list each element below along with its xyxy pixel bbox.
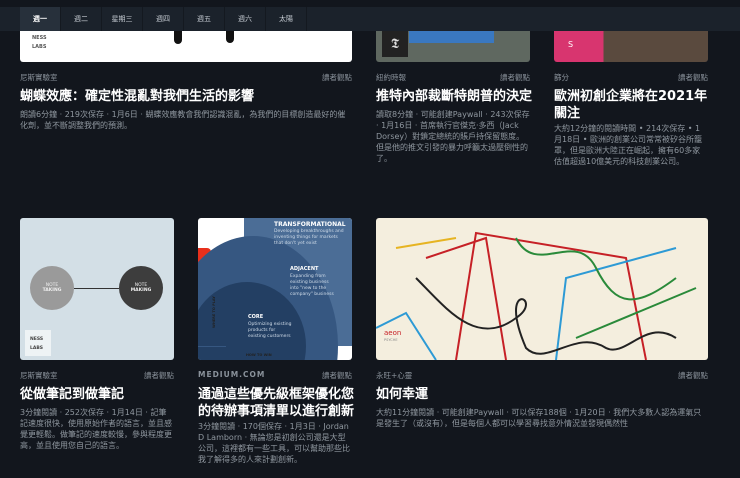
article-source: 篩分	[554, 73, 569, 82]
article-description: 讀取8分鐘 · 可能創建Paywall · 243次保存 · 1月16日 · 首…	[376, 110, 530, 163]
article-image-innovation-framework[interactable]: TRANSFORMATIONAL Developing breakthrough…	[198, 218, 352, 360]
article-source: 尼斯實驗室	[20, 73, 58, 82]
tab-saturday[interactable]: 週六	[225, 7, 266, 31]
article-title[interactable]: 從做筆記到做筆記	[20, 386, 176, 403]
logo-text: LABS	[30, 346, 44, 351]
article-badge: 讀者觀點	[678, 73, 708, 82]
transformational-text: Developing breakthroughs and inventing t…	[274, 229, 344, 246]
article-description: 3分鐘閱讀 · 170個保存 · 1月3日 · Jordan D Lamborn…	[198, 422, 350, 464]
tab-sunday[interactable]: 太陽	[266, 7, 307, 31]
article-source: MEDIUM.COM	[198, 370, 266, 379]
adjacent-label: ADJACENT	[290, 266, 319, 272]
day-tabs: 週一 週二 星期三 週四 週五 週六 太陽	[0, 7, 740, 31]
article-source: 尼斯實驗室	[20, 371, 58, 380]
article-badge: 讀者觀點	[500, 73, 530, 82]
tab-thursday[interactable]: 週四	[143, 7, 184, 31]
article-title[interactable]: 推特內部裁斷特朗普的決定	[376, 88, 532, 105]
axis-label-where: WHERE TO PLAY	[212, 296, 216, 328]
arrow-shape	[198, 346, 226, 347]
article-title[interactable]: 蝴蝶效應：確定性混亂對我們生活的影響	[20, 88, 352, 105]
circle-label: MAKING	[130, 288, 152, 293]
article-image-note-making[interactable]: NOTE TAKING NOTE MAKING NESS LABS	[20, 218, 174, 360]
article-badge: 讀者觀點	[678, 371, 708, 380]
tab-friday[interactable]: 週五	[184, 7, 225, 31]
article-badge: 讀者觀點	[144, 371, 174, 380]
article-source: 永旺+心靈	[376, 371, 413, 380]
article-description: 大約12分鐘的閱讀時間 • 214次保存 • 1月18日 • 歐洲的創業公司常常…	[554, 124, 702, 166]
butterfly-wing-shape	[174, 30, 182, 44]
article-description: 朗讀6分鐘 · 219次保存 · 1月6日 · 蝴蝶效應教會我們認識混亂，為我們…	[20, 110, 346, 130]
arrow-line	[74, 288, 119, 289]
core-text: Optimizing existing products for existin…	[248, 322, 292, 339]
ness-labs-logo-text: LABS	[32, 44, 47, 50]
logo-text: PSYCHE	[384, 338, 398, 342]
article-title[interactable]: 如何幸運	[376, 386, 708, 403]
core-label: CORE	[248, 314, 264, 320]
circle-label: TAKING	[42, 288, 62, 293]
article-title[interactable]: 通過這些優先級框架優化您的待辦事項清單以進行創新	[198, 386, 354, 420]
logo-text: NESS	[30, 337, 44, 342]
abstract-lines-illustration	[376, 231, 697, 360]
article-description: 大約11分鐘閱讀 · 可能創建Paywall · 可以保存188個 · 1月20…	[376, 408, 702, 428]
tab-wednesday[interactable]: 星期三	[102, 7, 143, 31]
article-title[interactable]: 歐洲初創企業將在2021年關注	[554, 88, 708, 122]
ness-labs-logo: NESS LABS	[25, 330, 51, 356]
article-description: 3分鐘閱讀 · 252次保存 · 1月14日 · 記筆記速度很快，使用原始作者的…	[20, 408, 172, 450]
aeon-logo: aeon PSYCHE	[384, 330, 401, 344]
tab-monday[interactable]: 週一	[20, 7, 61, 31]
sifted-logo: S	[568, 40, 574, 49]
note-taking-circle: NOTE TAKING	[30, 266, 74, 310]
article-badge: 讀者觀點	[322, 73, 352, 82]
article-image-luck[interactable]: aeon PSYCHE	[376, 218, 708, 360]
axis-label-how: HOW TO WIN	[246, 353, 272, 357]
tab-tuesday[interactable]: 週二	[61, 7, 102, 31]
ness-labs-logo: NESS	[32, 35, 47, 41]
butterfly-wing-shape	[226, 30, 234, 43]
logo-text: aeon	[384, 329, 402, 337]
article-source: 紐約時報	[376, 73, 406, 82]
article-badge: 讀者觀點	[322, 371, 352, 380]
note-making-circle: NOTE MAKING	[119, 266, 163, 310]
screen-shape	[409, 30, 494, 43]
adjacent-text: Expanding from existing business into "n…	[290, 274, 334, 297]
nyt-logo: 𝕿	[382, 31, 408, 57]
transformational-label: TRANSFORMATIONAL	[274, 221, 346, 228]
